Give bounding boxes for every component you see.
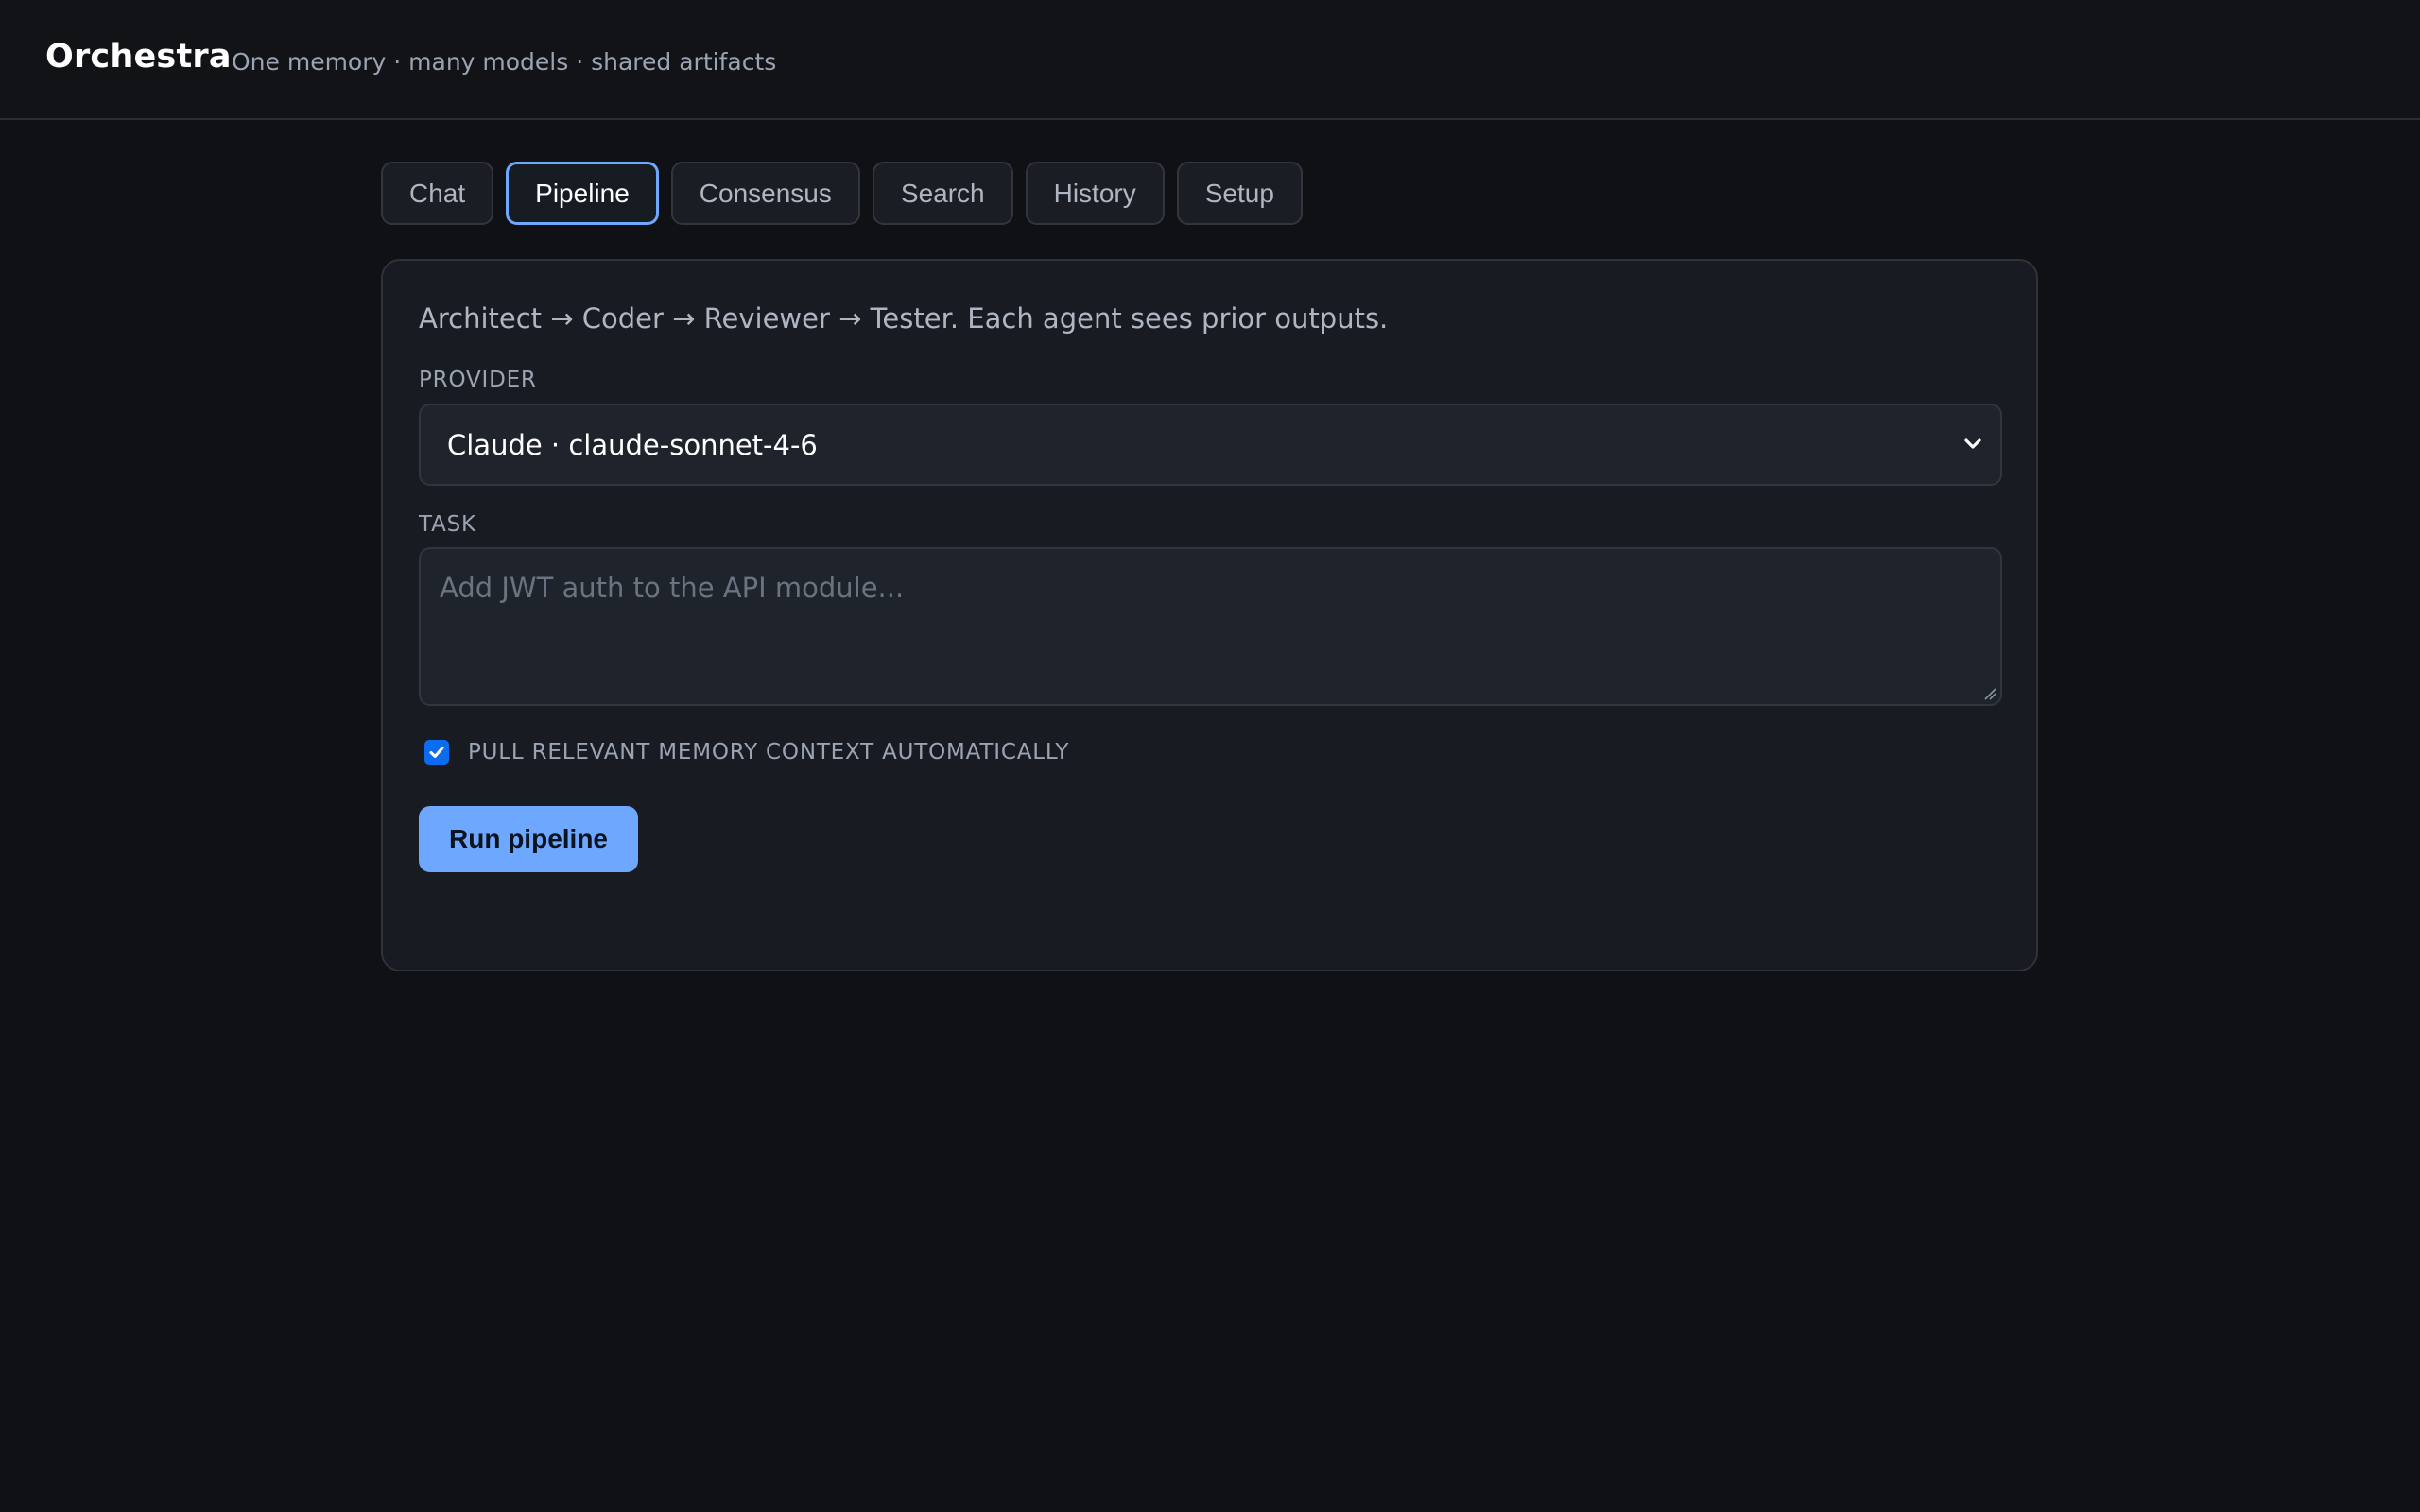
resize-grip-icon[interactable] [1981, 685, 1996, 700]
tab-setup[interactable]: Setup [1176, 162, 1303, 225]
task-placeholder: Add JWT auth to the API module... [440, 572, 905, 604]
run-pipeline-button[interactable]: Run pipeline [419, 806, 638, 872]
tab-consensus[interactable]: Consensus [670, 162, 860, 225]
tab-bar: Chat Pipeline Consensus Search History S… [381, 162, 1303, 225]
app-tagline: One memory · many models · shared artifa… [232, 48, 777, 76]
tab-pipeline[interactable]: Pipeline [506, 162, 659, 225]
provider-label: PROVIDER [419, 368, 537, 392]
app-title: Orchestra [45, 38, 232, 76]
task-input[interactable]: Add JWT auth to the API module... [419, 547, 2002, 706]
pipeline-panel: Architect → Coder → Reviewer → Tester. E… [381, 259, 2038, 971]
tab-search[interactable]: Search [872, 162, 1013, 225]
tab-chat[interactable]: Chat [381, 162, 494, 225]
tab-history[interactable]: History [1025, 162, 1165, 225]
memory-context-checkbox[interactable] [424, 740, 449, 765]
memory-context-label: PULL RELEVANT MEMORY CONTEXT AUTOMATICAL… [468, 740, 1070, 765]
provider-select[interactable]: Claude · claude-sonnet-4-6 [419, 404, 2002, 486]
memory-context-option: PULL RELEVANT MEMORY CONTEXT AUTOMATICAL… [424, 740, 1069, 765]
provider-select-value: Claude · claude-sonnet-4-6 [447, 428, 818, 461]
check-icon [429, 747, 444, 758]
top-bar: Orchestra One memory · many models · sha… [0, 0, 2420, 120]
chevron-down-icon [1964, 438, 1981, 449]
pipeline-description: Architect → Coder → Reviewer → Tester. E… [419, 302, 1389, 335]
task-label: TASK [419, 512, 476, 537]
